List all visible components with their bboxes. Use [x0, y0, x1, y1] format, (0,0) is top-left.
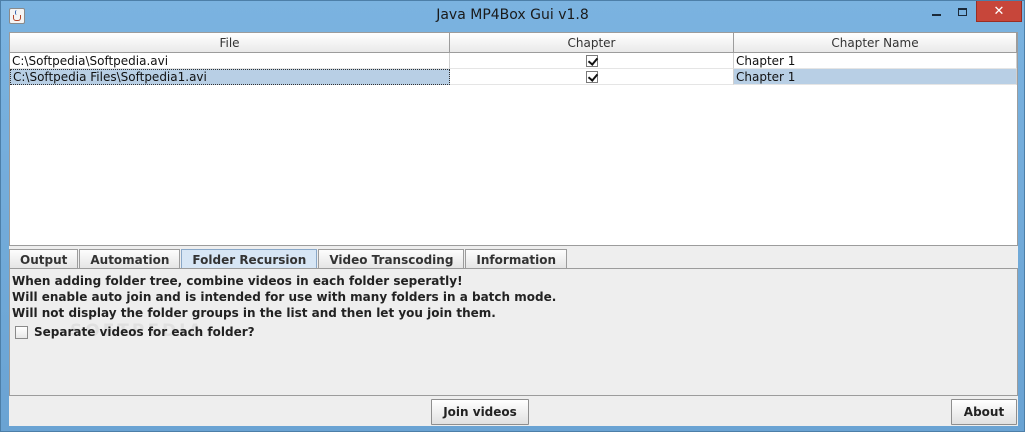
minimize-button[interactable]: [923, 1, 949, 22]
separate-videos-checkbox[interactable]: [15, 325, 28, 339]
separate-videos-label[interactable]: Separate videos for each folder?: [34, 325, 255, 339]
app-window: Java MP4Box Gui v1.8 ✕ File Chapter Chap…: [0, 0, 1025, 432]
separate-videos-option[interactable]: Separate videos for each folder?: [15, 325, 255, 339]
tab-folder-recursion[interactable]: Folder Recursion: [181, 249, 318, 269]
chapter-checkbox[interactable]: [585, 70, 598, 83]
chapter-name-cell[interactable]: Chapter 1: [734, 69, 1017, 85]
info-line: When adding folder tree, combine videos …: [12, 274, 463, 288]
about-button[interactable]: About: [951, 399, 1017, 425]
client-area: File Chapter Chapter Name C:\Softpedia\S…: [9, 32, 1018, 426]
tab-output[interactable]: Output: [9, 249, 79, 269]
column-header-chapter-name[interactable]: Chapter Name: [734, 33, 1017, 53]
window-title: Java MP4Box Gui v1.8: [436, 7, 589, 23]
tab-video-transcoding[interactable]: Video Transcoding: [318, 249, 465, 269]
info-line: Will enable auto join and is intended fo…: [12, 290, 557, 304]
file-cell[interactable]: C:\Softpedia\Softpedia.avi: [10, 53, 450, 69]
chapter-cell[interactable]: [450, 69, 734, 85]
file-table[interactable]: File Chapter Chapter Name C:\Softpedia\S…: [9, 32, 1018, 246]
table-row[interactable]: C:\Softpedia\Softpedia.avi Chapter 1: [10, 53, 1017, 69]
maximize-button[interactable]: [949, 1, 975, 22]
table-row[interactable]: C:\Softpedia Files\Softpedia1.avi Chapte…: [10, 69, 1017, 85]
maximize-icon: [957, 7, 967, 16]
minimize-icon: [931, 13, 941, 16]
chapter-checkbox[interactable]: [585, 54, 598, 67]
tab-information[interactable]: Information: [465, 249, 568, 269]
title-bar[interactable]: Java MP4Box Gui v1.8 ✕: [1, 1, 1024, 31]
close-icon: ✕: [993, 3, 1005, 19]
column-header-chapter[interactable]: Chapter: [450, 33, 734, 53]
join-videos-button[interactable]: Join videos: [431, 399, 529, 425]
column-header-file[interactable]: File: [10, 33, 450, 53]
chapter-name-cell[interactable]: Chapter 1: [734, 53, 1017, 69]
folder-recursion-panel: When adding folder tree, combine videos …: [9, 268, 1018, 396]
bottom-bar: Join videos About: [9, 399, 1018, 426]
chapter-cell[interactable]: [450, 53, 734, 69]
table-header: File Chapter Chapter Name: [10, 33, 1017, 53]
file-cell[interactable]: C:\Softpedia Files\Softpedia1.avi: [10, 69, 450, 85]
info-line: Will not display the folder groups in th…: [12, 306, 496, 320]
tab-automation[interactable]: Automation: [79, 249, 181, 269]
close-button[interactable]: ✕: [976, 1, 1022, 22]
tab-strip: Output Automation Folder Recursion Video…: [9, 249, 568, 269]
